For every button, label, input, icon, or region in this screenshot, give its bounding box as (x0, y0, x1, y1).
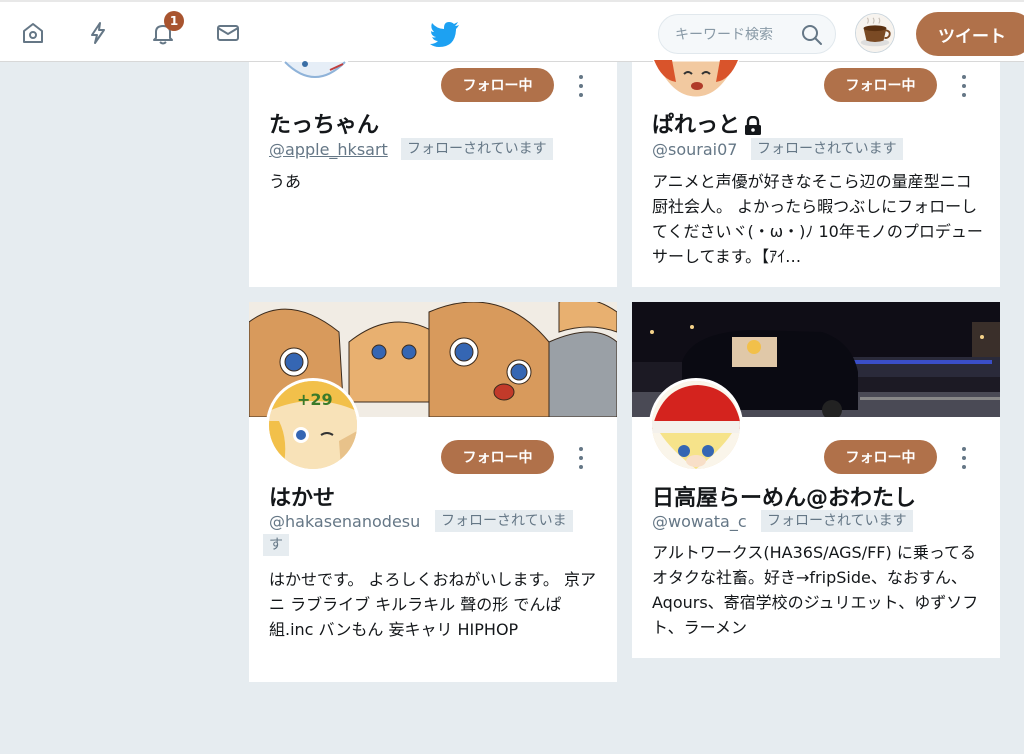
messages-envelope-icon[interactable] (213, 18, 243, 48)
display-name[interactable]: たっちゃん (269, 107, 379, 139)
moments-lightning-icon[interactable] (83, 18, 113, 48)
tweet-button[interactable]: ツイート (916, 12, 1024, 56)
following-button[interactable]: フォロー中 (824, 68, 937, 102)
screen-name[interactable]: @hakasenanodesu (269, 512, 420, 531)
svg-text:+29: +29 (297, 390, 333, 409)
avatar[interactable] (649, 378, 743, 472)
search-input[interactable] (673, 23, 797, 47)
lock-icon (745, 116, 762, 135)
more-options-icon[interactable] (576, 75, 586, 97)
user-bio: アルトワークス(HA36S/AGS/FF) に乗ってるオタクな社畜。好き→fri… (652, 543, 979, 637)
screen-name[interactable]: @sourai07 (652, 140, 737, 159)
notifications-bell-icon[interactable]: 1 (148, 11, 184, 48)
follows-you-badge: フォローされていま (435, 510, 573, 532)
user-bio: うあ (269, 172, 302, 191)
display-name-row[interactable]: ぱれっと (652, 107, 762, 139)
follows-you-badge-wrap: す (263, 534, 289, 556)
user-card[interactable]: フォロー中 ぱれっと @sourai07 フォローされています アニメと声優が好… (632, 60, 1000, 287)
screen-name[interactable]: @apple_hksart (269, 140, 388, 159)
follows-you-badge: フォローされています (401, 138, 553, 160)
search-icon[interactable] (801, 24, 823, 46)
top-navigation-bar: 1 ツイート (0, 0, 1024, 62)
screen-name[interactable]: @wowata_c (652, 512, 747, 531)
home-icon[interactable] (18, 18, 48, 48)
avatar (652, 60, 740, 100)
user-card[interactable]: フォロー中 日高屋らーめん@おわたし @wowata_c フォローされています … (632, 302, 1000, 658)
notification-count-badge: 1 (164, 11, 184, 31)
user-bio: はかせです。 よろしくおねがいします。 京アニ ラブライブ キルラキル 聲の形 … (269, 570, 596, 639)
more-options-icon[interactable] (576, 447, 586, 469)
avatar[interactable]: +29 (266, 378, 360, 472)
more-options-icon[interactable] (959, 447, 969, 469)
display-name[interactable]: はかせ (269, 480, 335, 512)
more-options-icon[interactable] (959, 75, 969, 97)
avatar (281, 52, 349, 88)
follows-you-badge: フォローされています (751, 138, 903, 160)
display-name[interactable]: ぱれっと (652, 113, 740, 138)
twitter-bird-logo-icon[interactable] (430, 22, 460, 48)
following-button[interactable]: フォロー中 (441, 440, 554, 474)
display-name[interactable]: 日高屋らーめん@おわたし (652, 480, 916, 512)
user-bio: アニメと声優が好きなそこら辺の量産型ニコ厨社会人。 よかったら暇つぶしにフォロー… (652, 172, 983, 266)
user-card[interactable]: フォロー中 たっちゃん @apple_hksart フォローされています うあ (249, 52, 617, 287)
coffee-cup-icon (856, 14, 894, 52)
follows-you-badge: フォローされています (761, 510, 913, 532)
following-button[interactable]: フォロー中 (441, 68, 554, 102)
user-card[interactable]: +29 フォロー中 はかせ @hakasenanodesu フォローされていま … (249, 302, 617, 682)
following-button[interactable]: フォロー中 (824, 440, 937, 474)
search-box[interactable] (658, 14, 836, 54)
profile-avatar[interactable] (855, 13, 895, 53)
